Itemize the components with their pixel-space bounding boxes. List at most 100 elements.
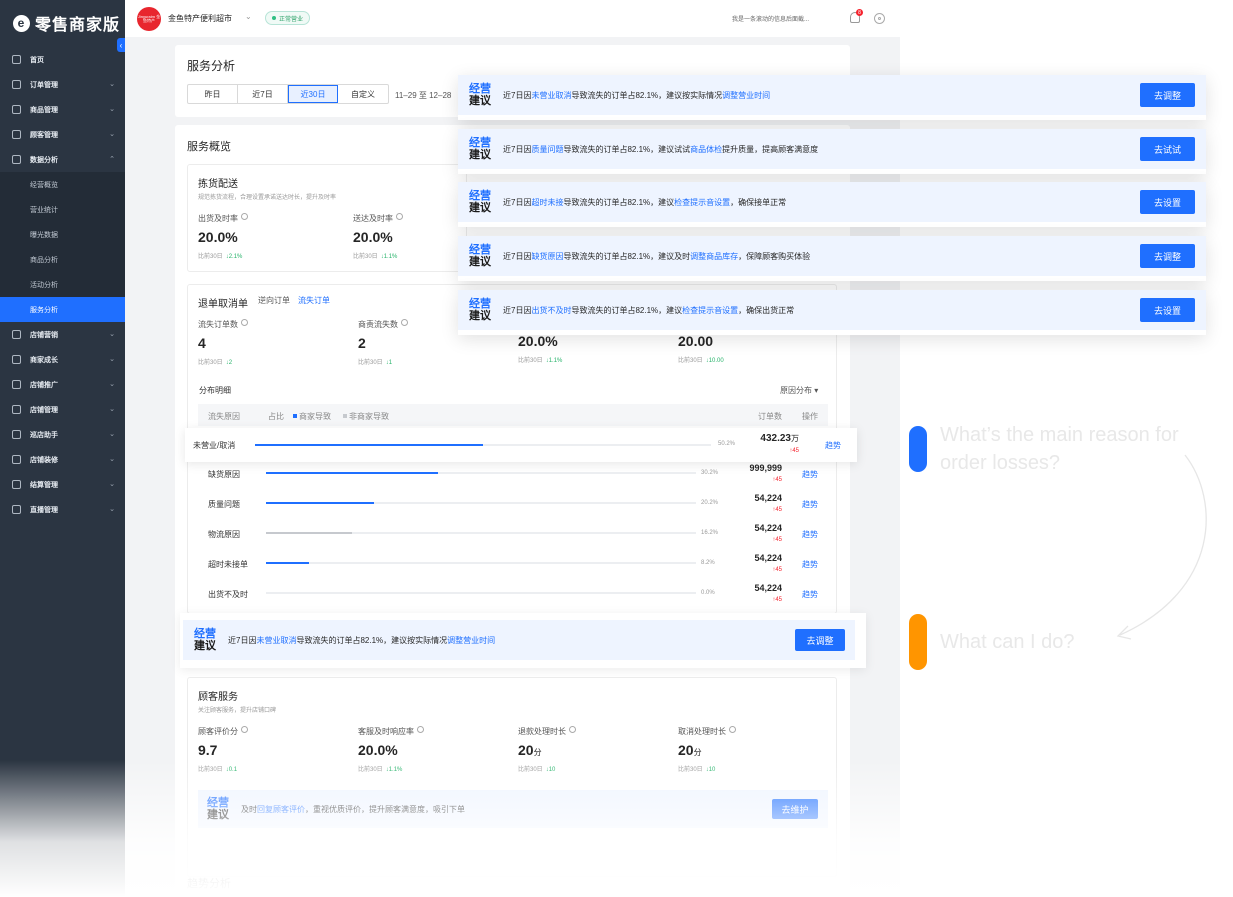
- distribution-select[interactable]: 原因分布 ▾: [780, 385, 818, 396]
- advice-button[interactable]: 去维护: [772, 799, 818, 819]
- metric-compare: 比前30日 ↓10: [678, 764, 818, 773]
- app-logo[interactable]: e 零售商家版: [0, 0, 125, 46]
- advice-button[interactable]: 去设置: [1140, 298, 1195, 322]
- sidebar-item-label: 结算管理: [30, 481, 58, 489]
- sidebar-item-top-1[interactable]: 订单管理 ⌄: [0, 72, 125, 97]
- advice-action-link[interactable]: 商品体检: [690, 145, 722, 154]
- advice-action-link[interactable]: 调整营业时间: [447, 636, 495, 645]
- segment-2[interactable]: 近30日: [288, 85, 338, 103]
- advice-reason-link[interactable]: 未营业取消: [256, 636, 296, 645]
- legend-non-merchant-swatch: [343, 414, 347, 418]
- row-share-bar: [266, 502, 696, 504]
- sidebar-subitem-2[interactable]: 曝光数据: [0, 222, 125, 247]
- row-orders: 54,224: [754, 523, 782, 533]
- advice-button[interactable]: 去调整: [1140, 83, 1195, 107]
- pick-title: 拣货配送: [198, 179, 238, 190]
- sidebar-item-bottom-3[interactable]: 店铺管理 ⌄: [0, 397, 125, 422]
- sidebar-subitem-3[interactable]: 商品分析: [0, 247, 125, 272]
- date-range-text[interactable]: 11–29 至 12–28: [395, 90, 451, 101]
- advice-reason-link[interactable]: 未营业取消: [531, 91, 571, 100]
- sidebar-item-top-0[interactable]: 首页: [0, 47, 125, 72]
- advice-button[interactable]: 去调整: [795, 629, 845, 651]
- advice-action-link[interactable]: 检查提示音设置: [682, 306, 738, 315]
- row-delta: ↑45: [789, 448, 799, 454]
- row-orders-value: 54,224: [754, 523, 782, 533]
- trend-link[interactable]: 趋势: [802, 499, 818, 510]
- nav-icon: [12, 55, 21, 64]
- compare-delta: ↓1.1%: [380, 254, 398, 260]
- marquee-notice[interactable]: 我是一条滚动的信息后面截...: [732, 14, 809, 23]
- sidebar-subitem-1[interactable]: 营业统计: [0, 197, 125, 222]
- chevron-icon: ⌄: [109, 506, 115, 513]
- metric-value-text: 20.0%: [353, 229, 393, 245]
- sidebar-item-bottom-6[interactable]: 结算管理 ⌄: [0, 472, 125, 497]
- customer-service-card: [187, 677, 837, 877]
- table-row: 质量问题 20.2% 54,224 ↑45 趋势: [198, 489, 828, 519]
- sidebar-item-bottom-4[interactable]: 巡店助手 ⌄: [0, 422, 125, 447]
- notification-badge: 8: [856, 9, 863, 16]
- chevron-icon: ⌄: [109, 131, 115, 138]
- help-icon[interactable]: [396, 213, 403, 220]
- gear-icon[interactable]: [874, 13, 885, 24]
- help-icon[interactable]: [569, 726, 576, 733]
- metric-label: 出货及时率: [198, 213, 338, 224]
- advice-button[interactable]: 去试试: [1140, 137, 1195, 161]
- legend-merchant-swatch: [293, 414, 297, 418]
- trend-link[interactable]: 趋势: [802, 559, 818, 570]
- advice-action-link[interactable]: 调整商品库存: [690, 252, 738, 261]
- advice-action-link[interactable]: 检查提示音设置: [674, 198, 730, 207]
- segment-3[interactable]: 自定义: [338, 85, 388, 103]
- sidebar-subitem-4[interactable]: 活动分析: [0, 272, 125, 297]
- advice-reason-link[interactable]: 超时未接: [531, 198, 563, 207]
- help-icon[interactable]: [241, 726, 248, 733]
- advice-mid: 导致流失的订单占82.1%，建议试试: [563, 144, 691, 154]
- sidebar-item-bottom-1[interactable]: 商家成长 ⌄: [0, 347, 125, 372]
- advice-post: ，保障顾客购买体验: [738, 251, 811, 261]
- trend-link[interactable]: 趋势: [802, 469, 818, 480]
- advice-reason-link[interactable]: 出货不及时: [531, 306, 571, 315]
- help-icon[interactable]: [401, 319, 408, 326]
- table-row: 超时未接单 8.2% 54,224 ↑45 趋势: [198, 549, 828, 579]
- advice-text: 近7日因未营业取消导致流失的订单占82.1%，建议按实际情况调整营业时间: [503, 90, 770, 101]
- sidebar-item-top-4[interactable]: 数据分析 ⌃: [0, 147, 125, 172]
- trend-link[interactable]: 趋势: [802, 589, 818, 600]
- help-icon[interactable]: [729, 726, 736, 733]
- compare-label: 比前30日: [198, 254, 223, 260]
- col-orders: 订单数: [758, 412, 782, 421]
- sidebar-subitem-5[interactable]: 服务分析: [0, 297, 125, 322]
- sidebar-item-bottom-5[interactable]: 店铺装修 ⌄: [0, 447, 125, 472]
- sidebar-item-top-3[interactable]: 顾客管理 ⌄: [0, 122, 125, 147]
- advice-reason-link[interactable]: 缺货原因: [531, 252, 563, 261]
- segment-1[interactable]: 近7日: [238, 85, 288, 103]
- store-name[interactable]: 金鱼特产便利超市: [168, 13, 232, 24]
- advice-action-link[interactable]: 调整营业时间: [722, 91, 770, 100]
- sidebar-item-top-2[interactable]: 商品管理 ⌄: [0, 97, 125, 122]
- advice-reason-link[interactable]: 质量问题: [531, 145, 563, 154]
- help-icon[interactable]: [417, 726, 424, 733]
- compare-label: 比前30日: [518, 767, 543, 773]
- trend-link[interactable]: 趋势: [825, 440, 841, 451]
- help-icon[interactable]: [241, 213, 248, 220]
- chevron-icon: ⌄: [109, 106, 115, 113]
- sidebar-subitem-0[interactable]: 经营概览: [0, 172, 125, 197]
- chevron-icon: ⌄: [109, 331, 115, 338]
- tab-lost-orders[interactable]: 流失订单: [298, 296, 330, 305]
- advice-button[interactable]: 去设置: [1140, 190, 1195, 214]
- advice-button[interactable]: 去调整: [1140, 244, 1195, 268]
- app-root: e 零售商家版 ‹ 首页 订单管理 ⌄ 商品管理 ⌄ 顾客管理 ⌄ 数据分析 ⌃ 经营概览 营业统计…: [0, 0, 1233, 897]
- sidebar-item-bottom-2[interactable]: 店铺推广 ⌄: [0, 372, 125, 397]
- sidebar-item-bottom-7[interactable]: 直播管理 ⌄: [0, 497, 125, 522]
- store-switch-chevron-icon[interactable]: ⌄: [245, 12, 252, 21]
- help-icon[interactable]: [241, 319, 248, 326]
- refund-tabs: 逆向订单 流失订单: [258, 295, 330, 306]
- sidebar-item-bottom-0[interactable]: 店铺营销 ⌄: [0, 322, 125, 347]
- metric-0: 流失订单数 4 比前30日 ↓2: [198, 319, 338, 366]
- advice-tag: 经营 建议: [469, 190, 491, 214]
- advice-tag-bottom: 建议: [207, 809, 229, 821]
- segment-0[interactable]: 昨日: [188, 85, 238, 103]
- advice-reason-link[interactable]: 回复顾客评价: [257, 805, 305, 814]
- metric-label: 取消处理时长: [678, 726, 818, 737]
- trend-link[interactable]: 趋势: [802, 529, 818, 540]
- advice-post: ，确保出货正常: [738, 305, 795, 315]
- tab-reverse-orders[interactable]: 逆向订单: [258, 296, 290, 305]
